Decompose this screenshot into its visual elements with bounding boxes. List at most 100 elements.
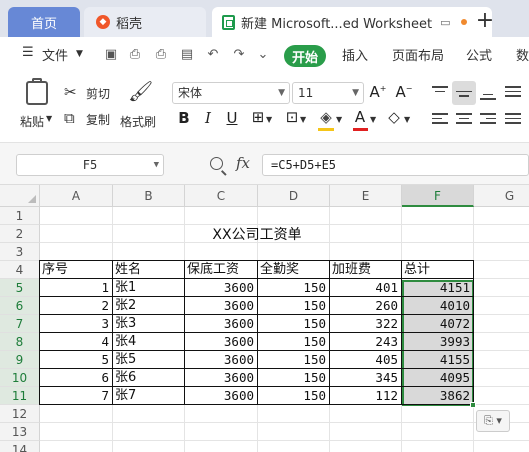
row-header-5[interactable]: 5: [0, 279, 40, 297]
row-header-2[interactable]: 2: [0, 225, 40, 243]
table-cell[interactable]: 张1: [113, 279, 185, 297]
table-cell[interactable]: 7: [40, 387, 113, 405]
column-header-c[interactable]: C: [185, 185, 258, 207]
save-icon[interactable]: ▣: [104, 48, 118, 62]
italic-button[interactable]: I: [198, 109, 218, 127]
tab-workbook[interactable]: 新建 Microsoft...ed Worksheet ▭: [212, 7, 492, 37]
print-preview-icon[interactable]: ▤: [180, 48, 194, 62]
sheet-title[interactable]: XX公司工资单: [41, 226, 473, 244]
column-header-a[interactable]: A: [40, 185, 113, 207]
table-cell[interactable]: 3600: [185, 297, 258, 315]
row-header-6[interactable]: 6: [0, 297, 40, 315]
tab-formula[interactable]: 公式: [466, 45, 492, 64]
header-cell[interactable]: 序号: [40, 261, 113, 279]
table-cell[interactable]: 150: [258, 369, 330, 387]
export-pdf-icon[interactable]: ⎙: [128, 48, 142, 62]
bold-button[interactable]: B: [174, 109, 194, 127]
table-cell[interactable]: 张3: [113, 315, 185, 333]
font-name-select[interactable]: 宋体 ▼: [172, 82, 290, 104]
copy-label[interactable]: 复制: [86, 111, 110, 128]
table-cell[interactable]: 322: [330, 315, 402, 333]
chevron-down-icon[interactable]: ▼: [404, 115, 410, 124]
fill-color-icon[interactable]: ◈: [316, 108, 336, 126]
copy-icon[interactable]: ⧉: [64, 109, 75, 127]
paste-icon[interactable]: [26, 78, 48, 105]
table-cell[interactable]: 150: [258, 351, 330, 369]
paste-chevron-icon[interactable]: ▼: [46, 114, 52, 123]
column-header-b[interactable]: B: [113, 185, 185, 207]
format-painter-label[interactable]: 格式刷: [120, 113, 156, 130]
chevron-down-icon[interactable]: ▼: [266, 115, 272, 124]
table-cell[interactable]: 150: [258, 387, 330, 405]
merge-cells-icon[interactable]: ⊡: [282, 108, 302, 126]
table-cell[interactable]: 2: [40, 297, 113, 315]
align-center-icon[interactable]: [456, 113, 472, 127]
column-header-f[interactable]: F: [402, 185, 474, 207]
tab-docer[interactable]: ◆ 稻壳: [84, 7, 206, 37]
tab-insert[interactable]: 插入: [342, 45, 368, 64]
table-cell[interactable]: 4: [40, 333, 113, 351]
tab-home[interactable]: 首页: [8, 7, 80, 37]
table-cell[interactable]: 3600: [185, 351, 258, 369]
menu-file[interactable]: 文件: [42, 45, 68, 64]
row-header-11[interactable]: 11: [0, 387, 40, 405]
row-header-9[interactable]: 9: [0, 351, 40, 369]
table-cell[interactable]: 4095: [402, 369, 474, 387]
paste-options-button[interactable]: ⎘ ▾: [476, 410, 510, 432]
table-cell[interactable]: 3: [40, 315, 113, 333]
paste-label[interactable]: 粘贴: [20, 113, 44, 130]
table-cell[interactable]: 张2: [113, 297, 185, 315]
tab-start[interactable]: 开始: [284, 45, 326, 67]
header-cell[interactable]: 总计: [402, 261, 474, 279]
table-cell[interactable]: 张5: [113, 351, 185, 369]
table-cell[interactable]: 405: [330, 351, 402, 369]
font-color-icon[interactable]: A: [350, 108, 370, 126]
table-cell[interactable]: 150: [258, 315, 330, 333]
table-cell[interactable]: 401: [330, 279, 402, 297]
table-cell[interactable]: 4151: [402, 279, 474, 297]
column-header-g[interactable]: G: [474, 185, 529, 207]
table-cell[interactable]: 张6: [113, 369, 185, 387]
tab-page-layout[interactable]: 页面布局: [392, 45, 444, 64]
zoom-search-icon[interactable]: [210, 157, 223, 170]
print-icon[interactable]: ⎙: [154, 48, 168, 62]
format-painter-icon[interactable]: 🖌: [128, 79, 153, 103]
table-cell[interactable]: 4072: [402, 315, 474, 333]
clear-format-icon[interactable]: ◇: [384, 108, 404, 126]
table-cell[interactable]: 3600: [185, 369, 258, 387]
table-cell[interactable]: 243: [330, 333, 402, 351]
table-cell[interactable]: 6: [40, 369, 113, 387]
align-top-icon[interactable]: [432, 86, 448, 100]
increase-font-icon[interactable]: A+: [368, 83, 388, 101]
row-header-3[interactable]: 3: [0, 243, 40, 261]
chevron-down-icon[interactable]: ▼: [336, 115, 342, 124]
table-cell[interactable]: 150: [258, 279, 330, 297]
header-cell[interactable]: 姓名: [113, 261, 185, 279]
border-icon[interactable]: ⊞: [248, 108, 268, 126]
fill-handle[interactable]: [470, 402, 476, 408]
table-cell[interactable]: 150: [258, 333, 330, 351]
header-cell[interactable]: 全勤奖: [258, 261, 330, 279]
row-header-12[interactable]: 12: [0, 405, 40, 423]
row-header-4[interactable]: 4: [0, 261, 40, 279]
table-cell[interactable]: 3862: [402, 387, 474, 405]
formula-input[interactable]: =C5+D5+E5: [262, 154, 529, 176]
font-size-select[interactable]: 11 ▼: [292, 82, 364, 104]
header-cell[interactable]: 保底工资: [185, 261, 258, 279]
table-cell[interactable]: 3600: [185, 333, 258, 351]
row-header-1[interactable]: 1: [0, 207, 40, 225]
fx-button[interactable]: fx: [236, 154, 250, 172]
name-box[interactable]: F5 ▼: [16, 154, 164, 176]
header-cell[interactable]: 加班费: [330, 261, 402, 279]
table-cell[interactable]: 张7: [113, 387, 185, 405]
chevron-down-icon[interactable]: ▼: [76, 49, 83, 59]
table-cell[interactable]: 345: [330, 369, 402, 387]
table-cell[interactable]: 260: [330, 297, 402, 315]
tab-data[interactable]: 数: [516, 45, 529, 64]
cut-label[interactable]: 剪切: [86, 85, 110, 102]
align-left-icon[interactable]: [432, 113, 448, 127]
table-cell[interactable]: 张4: [113, 333, 185, 351]
table-cell[interactable]: 3600: [185, 387, 258, 405]
column-header-e[interactable]: E: [330, 185, 402, 207]
undo-icon[interactable]: ↶: [206, 48, 220, 62]
